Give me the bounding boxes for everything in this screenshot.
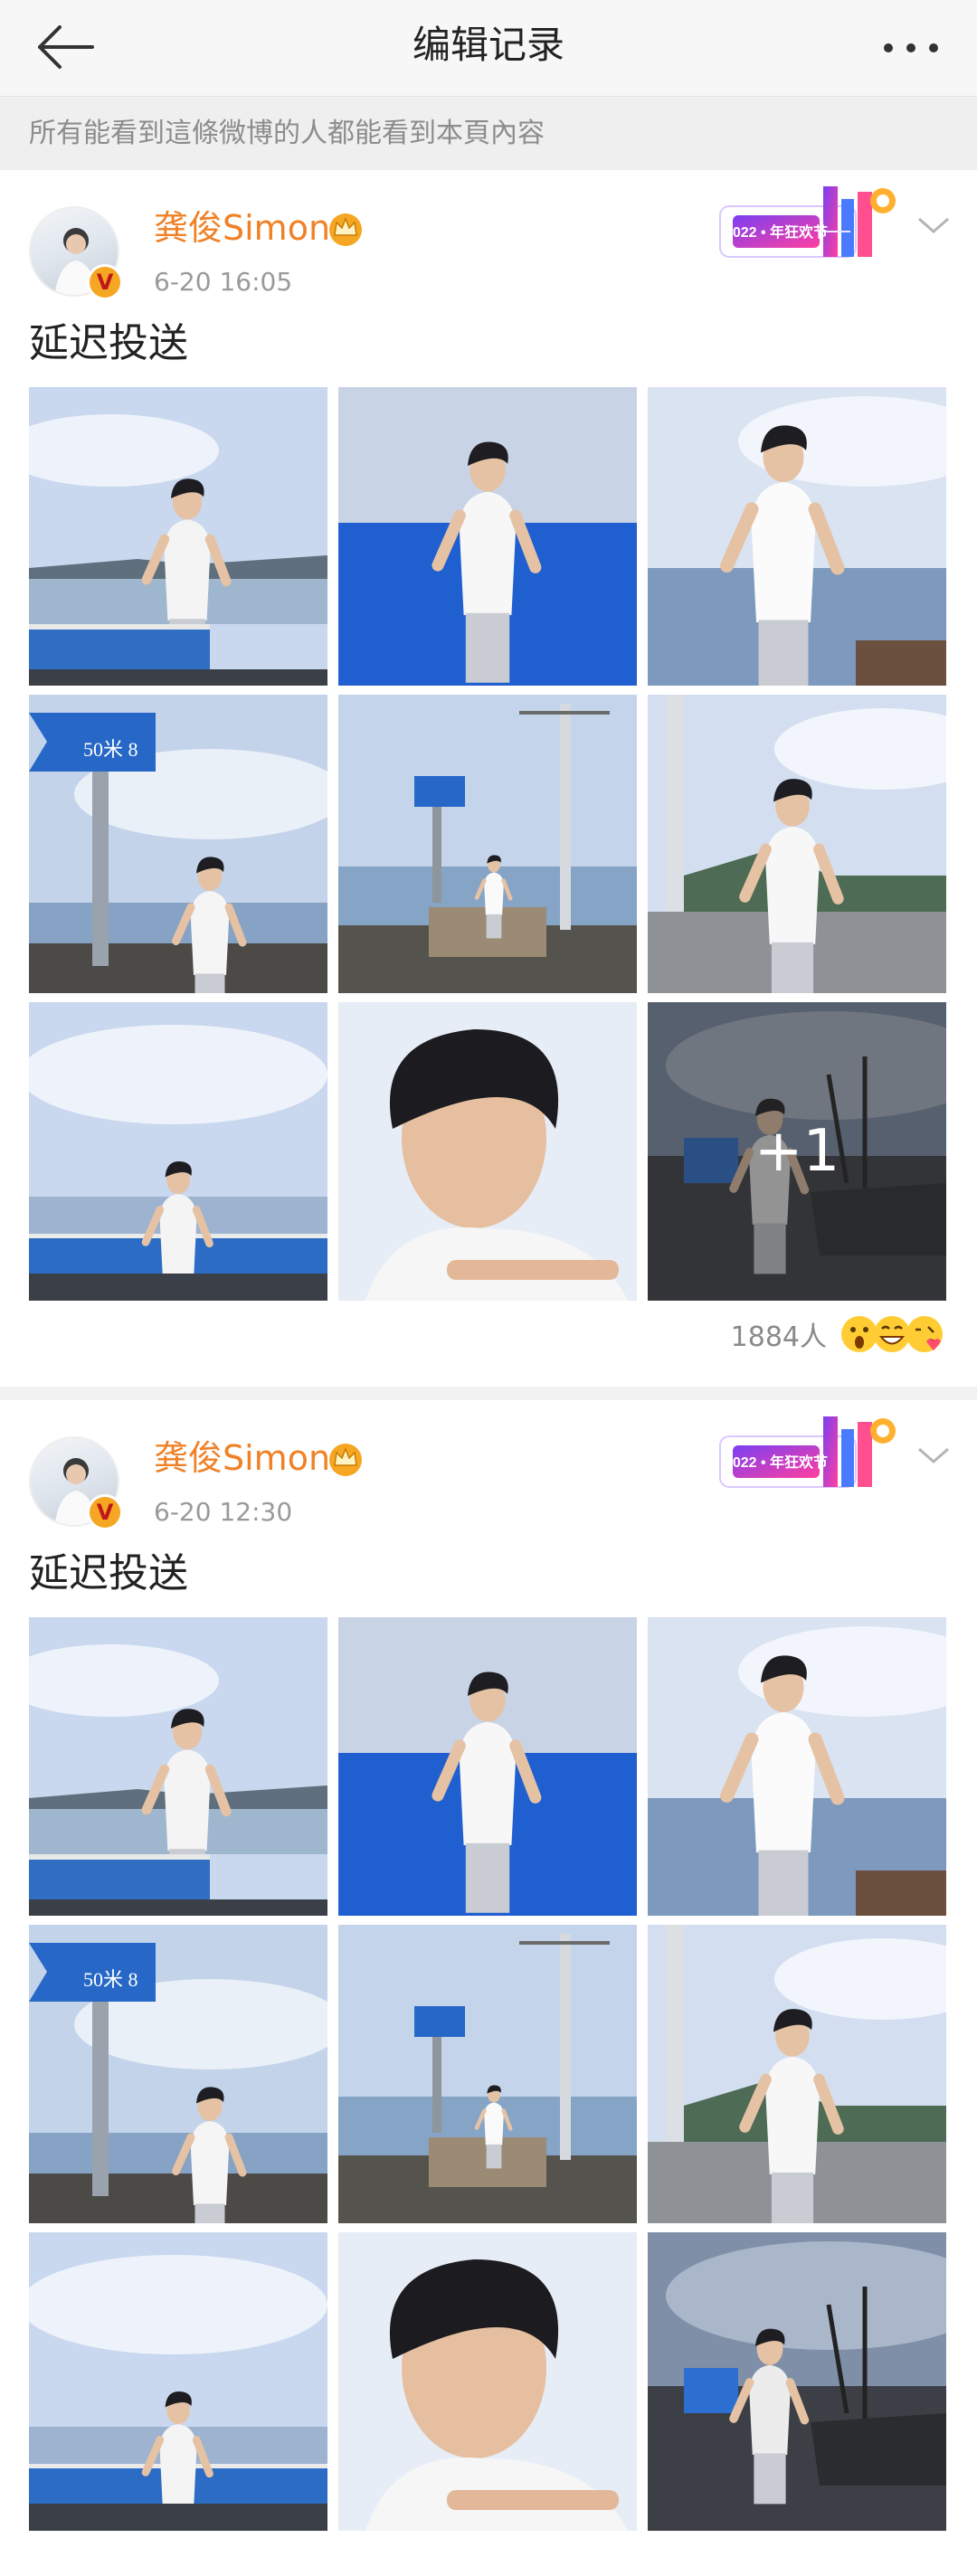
svg-text:50米 8: 50米 8 (83, 738, 138, 761)
man-railing-distant-image (29, 2232, 327, 2531)
photo-thumbnail[interactable] (648, 1925, 946, 2223)
crown-icon (329, 213, 362, 246)
reaction-count: 1884人 (730, 1321, 827, 1353)
sign-seated-man-image: 50米 8 (29, 1925, 327, 2223)
photo-thumbnail[interactable] (338, 1002, 637, 1301)
photo-thumbnail[interactable] (29, 1002, 327, 1301)
grinning-face-icon (874, 1316, 910, 1352)
photo-thumbnail[interactable]: +1 (648, 1002, 946, 1301)
event-badge-icon[interactable]: 2022 • 年狂欢节 (715, 179, 906, 266)
photo-thumbnail[interactable] (29, 1617, 327, 1916)
visibility-notice: 所有能看到這條微博的人都能看到本頁內容 (0, 98, 977, 170)
man-railing-seaside-image (29, 1617, 327, 1916)
photo-thumbnail[interactable] (648, 387, 946, 686)
man-thinking-pole-image (648, 695, 946, 993)
more-photos-overlay[interactable]: +1 (648, 1002, 946, 1301)
photo-grid: 50米 8 (29, 387, 946, 1301)
user-name[interactable]: 龚俊Simon (154, 1436, 330, 1480)
photo-thumbnail[interactable] (29, 387, 327, 686)
man-dock-boat-image (648, 2232, 946, 2531)
post-time: 6-20 12:30 (154, 1497, 293, 1527)
photo-thumbnail[interactable] (648, 1617, 946, 1916)
post-card[interactable]: V 龚俊Simon 6-20 16:05 2022 • 年狂欢节 延迟投送 50… (0, 170, 977, 1387)
chevron-down-icon[interactable] (915, 212, 952, 239)
surprised-face-icon (841, 1316, 877, 1352)
top-nav-bar: 编辑记录 (0, 0, 977, 97)
event-badge-text: 2022 • 年狂欢节 (725, 223, 828, 241)
photo-grid: 50米 8 (29, 1617, 946, 2531)
svg-text:50米 8: 50米 8 (83, 1968, 138, 1991)
post-card[interactable]: V 龚俊Simon 6-20 12:30 2022 • 年狂欢节 延迟投送 50… (0, 1400, 977, 2576)
reactions-bar[interactable]: 1884人 (731, 1312, 948, 1357)
page-title: 编辑记录 (412, 23, 564, 67)
photo-thumbnail[interactable] (338, 387, 637, 686)
post-text: 延迟投送 (29, 1550, 188, 1596)
photo-thumbnail[interactable]: 50米 8 (29, 1925, 327, 2223)
crown-icon (329, 1444, 362, 1476)
verified-badge-icon: V (87, 1494, 123, 1530)
man-blue-wall-image (338, 387, 637, 686)
more-dots-icon[interactable] (879, 25, 943, 71)
man-pier-sea-image (648, 1617, 946, 1916)
sign-seated-man-image: 50米 8 (29, 695, 327, 993)
man-closeup-profile-image (338, 1002, 637, 1301)
man-railing-seaside-image (29, 387, 327, 686)
signpost-pole-scene-image (338, 695, 637, 993)
blowing-kiss-face-icon (906, 1316, 943, 1352)
event-badge-icon[interactable]: 2022 • 年狂欢节 (715, 1409, 906, 1496)
reaction-emoji-icons (841, 1316, 943, 1352)
photo-thumbnail[interactable] (648, 695, 946, 993)
man-closeup-profile-image (338, 2232, 637, 2531)
photo-thumbnail[interactable]: 50米 8 (29, 695, 327, 993)
photo-thumbnail[interactable] (338, 695, 637, 993)
photo-thumbnail[interactable] (29, 2232, 327, 2531)
chevron-down-icon[interactable] (915, 1442, 952, 1469)
signpost-pole-scene-image (338, 1925, 637, 2223)
man-pier-sea-image (648, 387, 946, 686)
man-thinking-pole-image (648, 1925, 946, 2223)
man-blue-wall-image (338, 1617, 637, 1916)
user-name[interactable]: 龚俊Simon (154, 206, 330, 250)
photo-thumbnail[interactable] (648, 2232, 946, 2531)
event-badge-text: 2022 • 年狂欢节 (725, 1454, 828, 1471)
photo-thumbnail[interactable] (338, 2232, 637, 2531)
man-railing-distant-image (29, 1002, 327, 1301)
photo-thumbnail[interactable] (338, 1617, 637, 1916)
photo-thumbnail[interactable] (338, 1925, 637, 2223)
post-text: 延迟投送 (29, 320, 188, 366)
post-time: 6-20 16:05 (154, 267, 293, 297)
verified-badge-icon: V (87, 264, 123, 300)
